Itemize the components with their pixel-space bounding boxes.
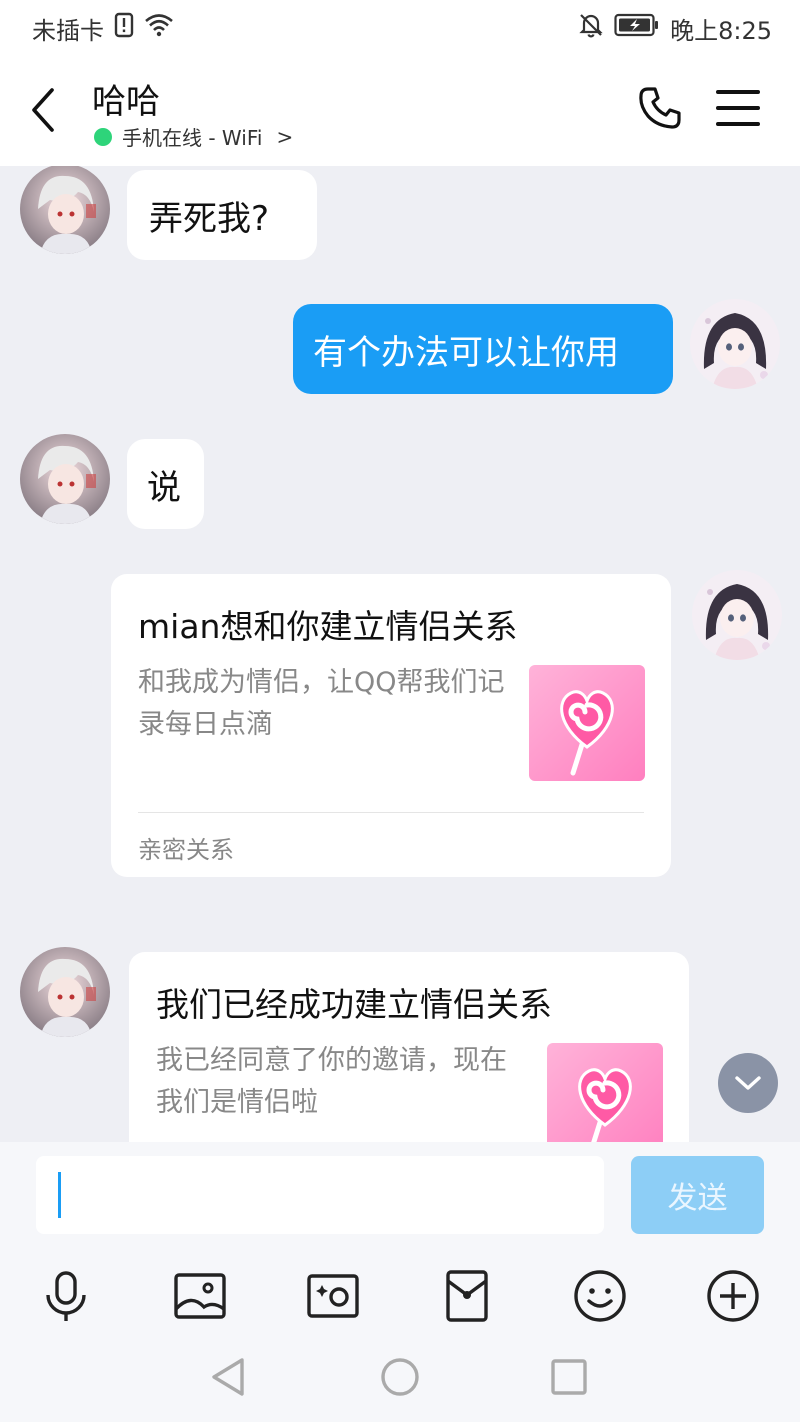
chevron-right-icon: > — [276, 124, 294, 149]
nav-home-button[interactable] — [377, 1354, 423, 1400]
card-title: 我们已经成功建立情侣关系 — [156, 985, 552, 1024]
plus-icon — [707, 1270, 759, 1322]
red-packet-icon — [446, 1270, 488, 1322]
my-avatar[interactable] — [690, 299, 780, 389]
image-icon — [174, 1273, 226, 1319]
chat-message-list[interactable]: 弄死我? 有个办法可以让你用 说 mian想和你建立情侣关系 和我成为情侣，让Q… — [0, 166, 800, 1142]
avatar-image — [20, 166, 110, 254]
wifi-icon — [144, 12, 174, 44]
menu-button[interactable] — [716, 90, 760, 130]
send-button[interactable]: 发送 — [631, 1156, 764, 1234]
camera-button[interactable] — [304, 1267, 362, 1325]
nav-back-button[interactable] — [206, 1354, 252, 1400]
clock-time: 晚上8:25 — [670, 16, 772, 45]
microphone-icon — [46, 1271, 86, 1321]
back-button[interactable] — [22, 82, 66, 138]
couple-accepted-card[interactable]: 我们已经成功建立情侣关系 我已经同意了你的邀请，现在我们是情侣啦 — [129, 952, 689, 1142]
circle-home-icon — [381, 1358, 419, 1396]
chat-header: 哈哈 手机在线 - WiFi > — [0, 56, 800, 166]
lollipop-icon — [529, 665, 645, 781]
chevron-down-icon — [735, 1076, 761, 1090]
card-footer-label: 亲密关系 — [138, 836, 234, 864]
more-button[interactable] — [704, 1267, 762, 1325]
lollipop-icon — [547, 1043, 663, 1142]
mute-bell-icon — [578, 12, 604, 44]
input-bar: 发送 — [0, 1142, 800, 1257]
card-divider — [138, 812, 644, 813]
contact-avatar[interactable] — [20, 434, 110, 524]
message-text: 说 — [147, 467, 181, 508]
red-packet-button[interactable] — [438, 1267, 496, 1325]
card-title: mian想和你建立情侣关系 — [138, 607, 518, 646]
system-nav-bar — [0, 1332, 800, 1422]
message-bubble-received[interactable]: 说 — [127, 439, 204, 529]
emoji-button[interactable] — [571, 1267, 629, 1325]
message-text: 弄死我? — [149, 198, 270, 239]
voice-button[interactable] — [37, 1267, 95, 1325]
photo-button[interactable] — [171, 1267, 229, 1325]
avatar-image — [690, 299, 780, 389]
online-dot-icon — [94, 127, 112, 146]
chevron-left-icon — [32, 88, 54, 132]
contact-avatar[interactable] — [20, 166, 110, 254]
input-toolbar — [0, 1257, 800, 1332]
message-bubble-sent[interactable]: 有个办法可以让你用 — [293, 304, 673, 394]
phone-icon — [639, 87, 681, 129]
scroll-to-bottom-button[interactable] — [718, 1053, 778, 1113]
avatar-image — [20, 947, 110, 1037]
message-input[interactable] — [36, 1156, 604, 1234]
contact-name[interactable]: 哈哈 — [92, 74, 160, 123]
message-bubble-received[interactable]: 弄死我? — [127, 170, 317, 260]
contact-avatar[interactable] — [20, 947, 110, 1037]
nav-recents-button[interactable] — [546, 1354, 592, 1400]
text-caret — [58, 1172, 61, 1218]
online-status-text: 手机在线 - WiFi — [122, 126, 263, 150]
camera-icon — [307, 1274, 359, 1318]
my-avatar[interactable] — [692, 570, 782, 660]
menu-line-icon — [716, 122, 760, 126]
sim-alert-icon — [114, 12, 134, 44]
avatar-image — [20, 434, 110, 524]
couple-invite-card[interactable]: mian想和你建立情侣关系 和我成为情侣，让QQ帮我们记录每日点滴 亲密关系 — [111, 574, 671, 877]
contact-online-status[interactable]: 手机在线 - WiFi > — [94, 122, 293, 151]
menu-line-icon — [716, 106, 760, 110]
card-description: 我已经同意了你的邀请，现在我们是情侣啦 — [156, 1045, 507, 1118]
card-description: 和我成为情侣，让QQ帮我们记录每日点滴 — [138, 667, 505, 740]
carrier-label: 未插卡 — [32, 16, 104, 45]
avatar-image — [692, 570, 782, 660]
emoji-icon — [574, 1270, 626, 1322]
message-text: 有个办法可以让你用 — [313, 332, 619, 373]
status-bar: 未插卡 晚上8:25 — [0, 0, 800, 56]
battery-charging-icon — [614, 13, 660, 43]
square-recents-icon — [551, 1359, 587, 1395]
triangle-back-icon — [212, 1358, 244, 1396]
call-button[interactable] — [636, 84, 684, 132]
menu-line-icon — [716, 90, 760, 94]
